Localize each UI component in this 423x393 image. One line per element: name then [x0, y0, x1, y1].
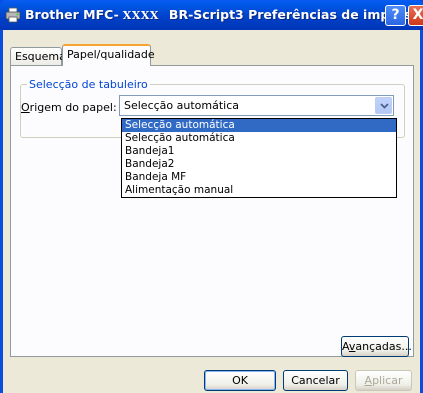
help-button[interactable]: ?	[385, 5, 406, 26]
advanced-button-rest: ançadas...	[355, 340, 412, 353]
cancel-button[interactable]: Cancelar	[283, 370, 348, 391]
advanced-button[interactable]: Avançadas...	[341, 336, 412, 357]
printing-preferences-window: Brother MFC- XXXX BR-Script3 Preferências …	[0, 0, 423, 393]
paper-source-dropdown-list: Selecção automática Selecção automática …	[121, 118, 397, 198]
dropdown-option[interactable]: Bandeja1	[122, 145, 396, 158]
dropdown-option[interactable]: Selecção automática	[122, 132, 396, 145]
tab-esquema[interactable]: Esquema	[10, 47, 66, 65]
dropdown-option[interactable]: Alimentação manual	[122, 184, 396, 197]
dropdown-option[interactable]: Bandeja MF	[122, 171, 396, 184]
title-prefix: Brother MFC-	[25, 7, 119, 22]
dropdown-option[interactable]: Bandeja2	[122, 158, 396, 171]
tray-selection-group-title: Selecção de tabuleiro	[29, 78, 148, 91]
title-bar[interactable]: Brother MFC- XXXX BR-Script3 Preferências …	[0, 0, 423, 30]
chevron-down-icon[interactable]	[375, 97, 392, 114]
printer-icon	[5, 7, 21, 23]
dropdown-option[interactable]: Selecção automática	[122, 119, 396, 132]
paper-source-label: Origem do papel:	[21, 101, 117, 114]
paper-source-select-value: Selecção automática	[124, 99, 240, 112]
apply-button[interactable]: Aplicar	[355, 370, 412, 391]
paper-source-label-rest: rigem do papel:	[29, 101, 117, 114]
tab-papel-qualidade[interactable]: Papel/qualidade	[62, 44, 155, 66]
paper-source-label-accel: O	[21, 101, 30, 114]
ok-button[interactable]: OK	[204, 370, 276, 391]
dialog-client-area: Esquema Papel/qualidade Selecção de tabu…	[3, 30, 420, 393]
title-model: XXXX	[122, 9, 159, 22]
advanced-button-a: A	[342, 340, 349, 353]
apply-button-rest: plicar	[372, 374, 403, 387]
close-button[interactable]: X	[408, 5, 423, 26]
window-title: Brother MFC- XXXX BR-Script3 Preferências …	[25, 7, 423, 22]
paper-source-select[interactable]: Selecção automática	[119, 95, 394, 116]
apply-button-accel: A	[364, 374, 373, 387]
